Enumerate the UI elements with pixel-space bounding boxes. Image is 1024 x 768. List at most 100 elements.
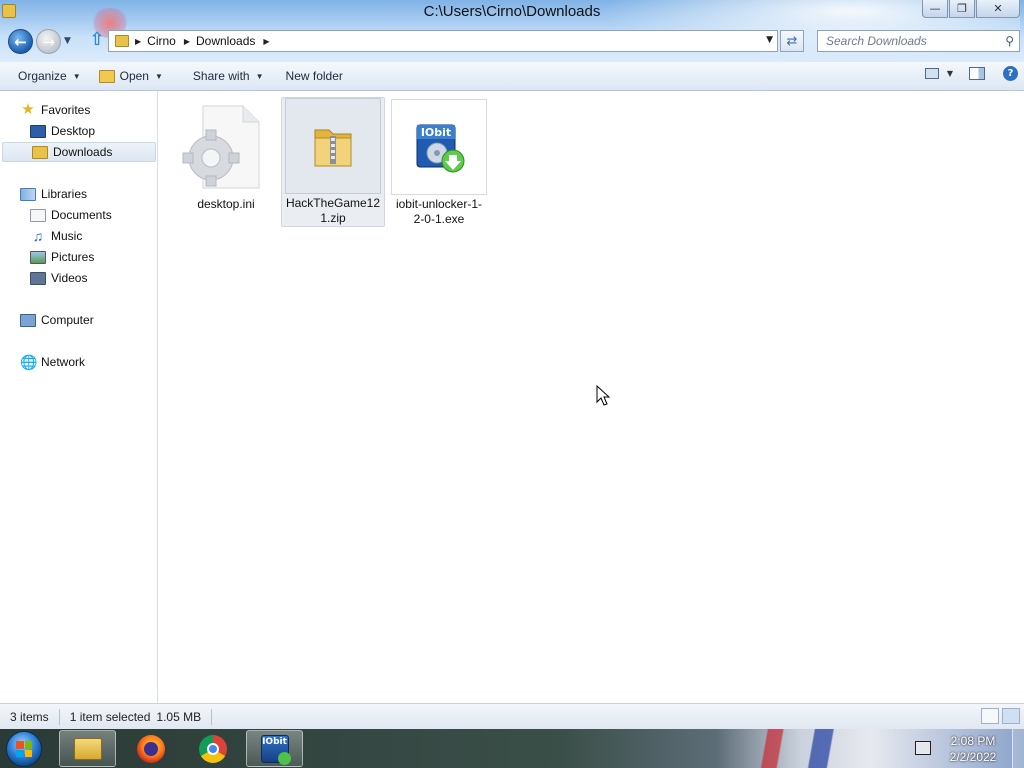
refresh-button[interactable]: ⇄ xyxy=(780,30,804,52)
back-button[interactable]: ← xyxy=(8,29,33,54)
file-name: desktop.ini xyxy=(197,197,255,211)
nav-videos[interactable]: Videos xyxy=(30,268,87,288)
file-list-area[interactable]: desktop.ini HackTheGame12 1.zip IObit io… xyxy=(159,91,1024,703)
nav-downloads-label: Downloads xyxy=(53,145,113,159)
show-desktop-button[interactable] xyxy=(1012,729,1024,768)
close-button[interactable]: ✕ xyxy=(976,0,1020,18)
settings-file-icon xyxy=(178,99,274,195)
window-title: C:\Users\Cirno\Downloads xyxy=(423,3,601,20)
chevron-down-icon: ▼ xyxy=(72,71,81,81)
large-icons-view-icon[interactable] xyxy=(1002,708,1020,724)
change-view-icon[interactable] xyxy=(924,68,939,79)
nav-documents-label: Documents xyxy=(51,208,112,222)
share-with-label: Share with xyxy=(192,69,250,83)
command-bar: Organize ▼ Open ▼ Share with ▼ New folder ▼… xyxy=(0,62,1024,91)
nav-music[interactable]: ♫ Music xyxy=(30,226,83,246)
zip-folder-icon xyxy=(285,98,381,194)
maximize-button[interactable]: ❐ xyxy=(949,0,975,18)
up-arrow-icon: ⇧ xyxy=(89,29,105,50)
explorer-folder-icon xyxy=(73,737,102,760)
window-controls: — ❐ ✕ xyxy=(921,0,1020,18)
nav-downloads[interactable]: Downloads xyxy=(2,142,156,162)
chevron-down-icon: ▼ xyxy=(255,71,264,81)
network-globe-icon: 🌐 xyxy=(20,353,38,370)
back-arrow-icon: ← xyxy=(14,32,27,51)
view-options-chevron-icon[interactable]: ▼ xyxy=(947,69,953,78)
details-view-icon[interactable] xyxy=(981,708,999,724)
minimize-button[interactable]: — xyxy=(922,0,948,18)
nav-favorites-label: Favorites xyxy=(41,103,91,117)
status-bar: 3 items 1 item selected 1.05 MB xyxy=(0,703,1024,729)
nav-libraries[interactable]: Libraries xyxy=(20,184,87,204)
preview-pane-icon[interactable] xyxy=(969,67,985,80)
nav-libraries-label: Libraries xyxy=(41,187,88,201)
computer-monitor-icon xyxy=(20,313,36,327)
breadcrumb-cirno[interactable]: Cirno xyxy=(147,34,176,48)
selection-size: 1.05 MB xyxy=(154,708,213,725)
open-folder-icon xyxy=(98,69,115,83)
chevron-down-icon: ▼ xyxy=(154,71,163,81)
videos-film-icon xyxy=(30,271,46,285)
item-count: 3 items xyxy=(0,708,60,725)
file-name: HackTheGame12 1.zip xyxy=(285,196,381,225)
nav-documents[interactable]: Documents xyxy=(30,205,112,225)
desktop-icon xyxy=(30,124,46,138)
search-icon[interactable]: ⚲ xyxy=(1005,34,1014,48)
file-name: iobit-unlocker-1- 2-0-1.exe xyxy=(395,197,483,226)
breadcrumb-separator-icon[interactable]: ▶ xyxy=(263,37,269,46)
clock-time: 2:08 PM xyxy=(950,734,996,748)
downloads-folder-icon xyxy=(115,35,129,47)
address-bar[interactable]: ▶ Cirno ▶ Downloads ▶ ▼ xyxy=(108,30,778,52)
up-level-button[interactable]: ⇧ xyxy=(88,31,106,51)
iobit-installer-icon: IObit xyxy=(391,99,487,195)
breadcrumb-separator-icon[interactable]: ▶ xyxy=(184,37,190,46)
nav-favorites[interactable]: ★ Favorites xyxy=(20,100,90,120)
organize-label: Organize xyxy=(18,69,67,83)
selection-count: 1 item selected xyxy=(69,709,151,724)
file-item-hackthegame-zip[interactable]: HackTheGame12 1.zip xyxy=(281,97,385,227)
libraries-icon xyxy=(20,187,36,201)
new-folder-label: New folder xyxy=(285,69,343,83)
favorites-star-icon: ★ xyxy=(21,101,35,118)
taskbar: IObit 2:08 PM 2/2/2022 xyxy=(0,729,1024,768)
mouse-cursor-icon xyxy=(596,384,611,406)
recent-pages-dropdown[interactable]: ▼ xyxy=(64,36,71,46)
search-box[interactable]: ⚲ xyxy=(817,30,1020,52)
search-input[interactable] xyxy=(826,34,996,48)
clock-date: 2/2/2022 xyxy=(949,750,997,764)
title-bar: C:\Users\Cirno\Downloads — ❐ ✕ ← → ▼ ⇧ ▶… xyxy=(0,0,1024,62)
address-history-dropdown-icon[interactable]: ▼ xyxy=(766,35,773,45)
new-folder-button[interactable]: New folder xyxy=(286,69,343,83)
music-note-icon: ♫ xyxy=(32,228,44,244)
taskbar-explorer-button[interactable] xyxy=(59,730,116,767)
file-item-iobit-unlocker-exe[interactable]: IObit iobit-unlocker-1- 2-0-1.exe xyxy=(387,99,491,227)
refresh-icon: ⇄ xyxy=(786,33,798,49)
start-button[interactable] xyxy=(6,731,42,767)
status-view-toggles xyxy=(978,708,1020,724)
iobit-logo-text: IObit xyxy=(421,126,451,139)
nav-desktop[interactable]: Desktop xyxy=(30,121,95,141)
taskbar-iobit-button[interactable]: IObit xyxy=(246,730,303,767)
network-tray-icon[interactable] xyxy=(915,741,931,755)
breadcrumb-separator-icon[interactable]: ▶ xyxy=(135,37,141,46)
nav-music-label: Music xyxy=(51,229,83,243)
breadcrumb-downloads[interactable]: Downloads xyxy=(196,34,255,48)
open-button[interactable]: Open ▼ xyxy=(98,69,163,83)
nav-network[interactable]: 🌐 Network xyxy=(20,352,85,372)
share-with-button[interactable]: Share with ▼ xyxy=(193,69,264,83)
taskbar-firefox-button[interactable] xyxy=(122,730,179,767)
organize-button[interactable]: Organize ▼ xyxy=(18,69,81,83)
forward-arrow-icon: → xyxy=(42,32,55,51)
help-icon[interactable]: ? xyxy=(1003,66,1018,81)
forward-button[interactable]: → xyxy=(36,29,61,54)
pictures-icon xyxy=(30,250,46,264)
file-item-desktop-ini[interactable]: desktop.ini xyxy=(174,99,278,212)
nav-computer[interactable]: Computer xyxy=(20,310,94,330)
documents-icon xyxy=(30,208,46,222)
system-clock[interactable]: 2:08 PM 2/2/2022 xyxy=(940,733,1006,765)
taskbar-chrome-button[interactable] xyxy=(184,730,241,767)
nav-pictures[interactable]: Pictures xyxy=(30,247,94,267)
windows-logo-icon xyxy=(16,741,32,757)
nav-desktop-label: Desktop xyxy=(51,124,96,138)
firefox-icon xyxy=(136,734,165,763)
